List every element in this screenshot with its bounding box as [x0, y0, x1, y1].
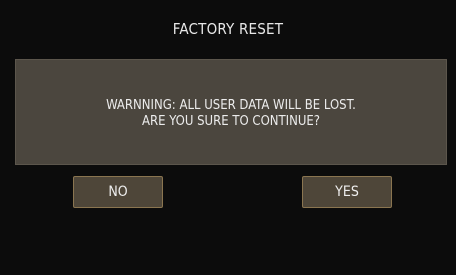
- yes-button-label: YES: [335, 184, 359, 200]
- warning-panel: WARNNING: ALL USER DATA WILL BE LOST. AR…: [15, 59, 447, 165]
- yes-button[interactable]: YES: [302, 176, 392, 208]
- screen-title: FACTORY RESET: [172, 20, 284, 38]
- warning-message-line-2: ARE YOU SURE TO CONTINUE?: [141, 114, 321, 129]
- warning-message-line-1: WARNNING: ALL USER DATA WILL BE LOST.: [106, 98, 356, 113]
- factory-reset-screen: FACTORY RESET WARNNING: ALL USER DATA WI…: [0, 0, 456, 275]
- no-button-label: NO: [108, 184, 128, 200]
- no-button[interactable]: NO: [73, 176, 163, 208]
